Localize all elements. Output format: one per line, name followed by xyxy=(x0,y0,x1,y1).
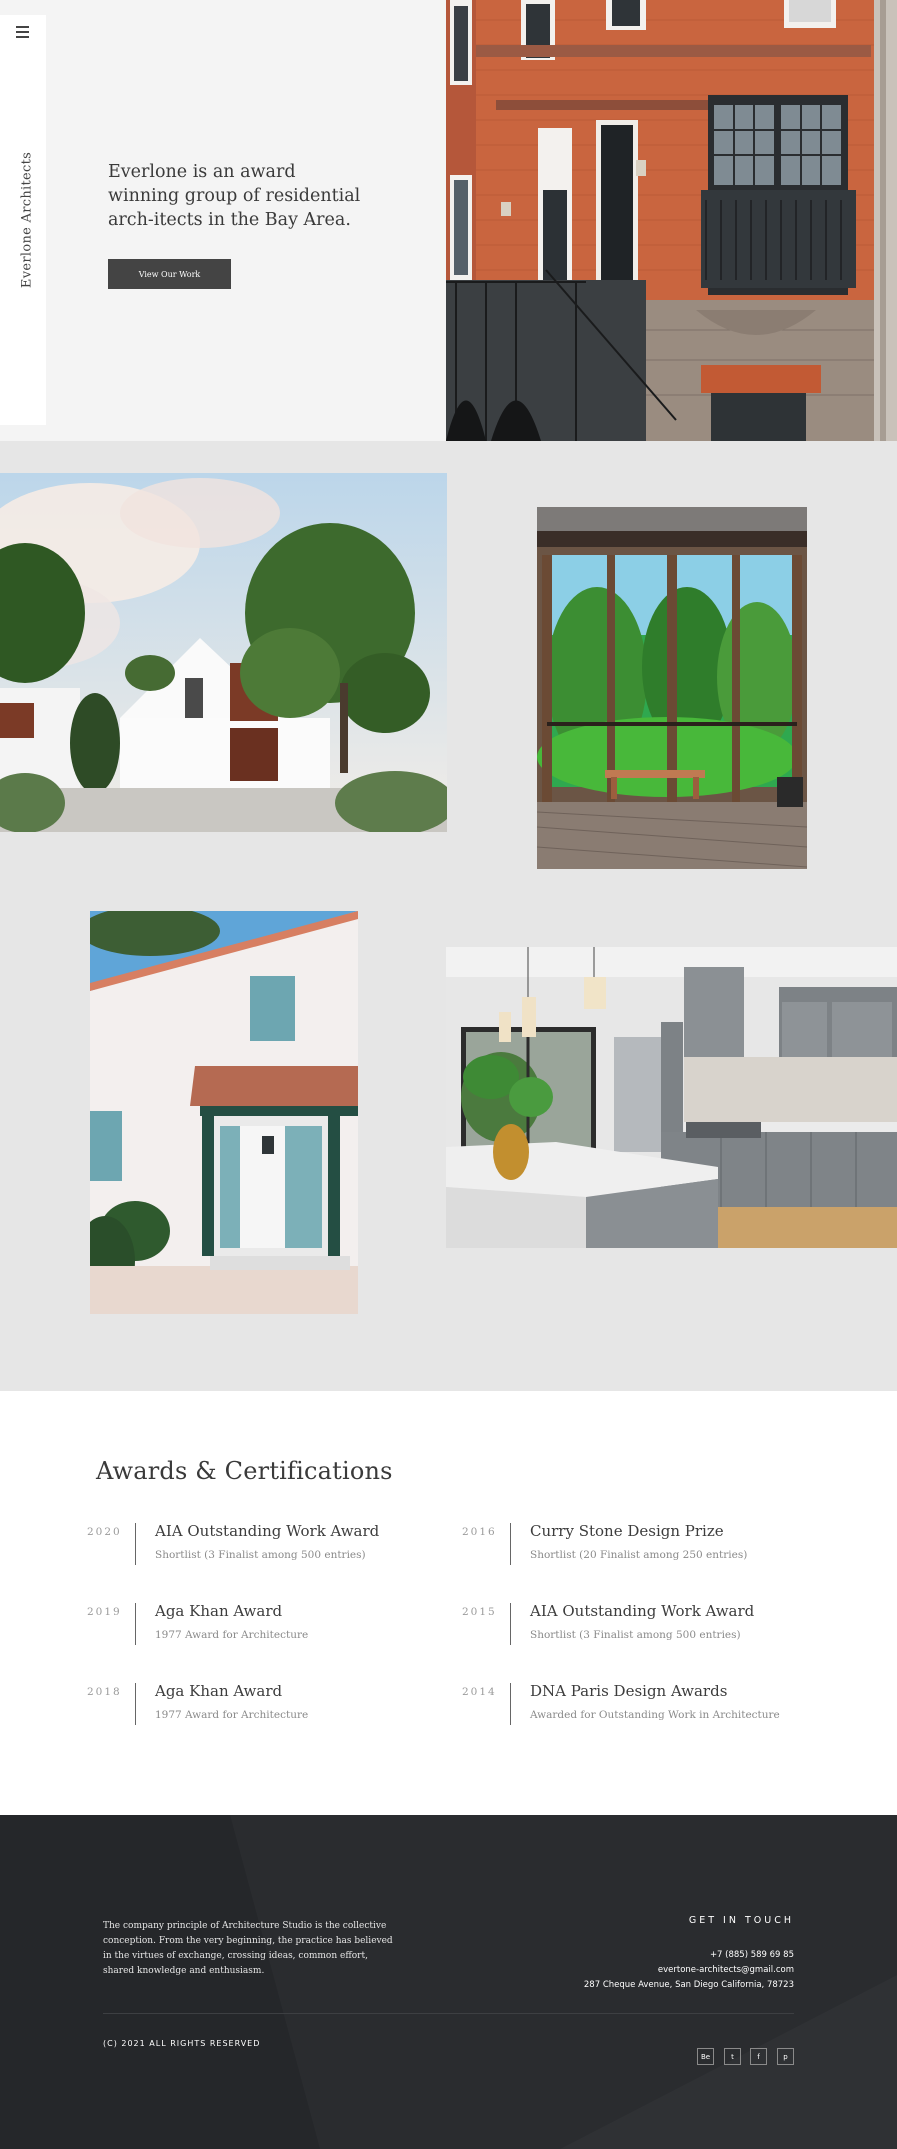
footer-divider xyxy=(103,2013,794,2014)
award-name: DNA Paris Design Awards xyxy=(530,1682,728,1700)
award-year: 2014 xyxy=(462,1686,497,1698)
footer-email[interactable]: evertone-architects@gmail.com xyxy=(658,1965,794,1975)
brand-name[interactable]: Everlone Architects xyxy=(20,152,35,288)
hero-building-image xyxy=(446,0,897,441)
award-desc: Shortlist (3 Finalist among 500 entries) xyxy=(530,1629,741,1641)
award-desc: 1977 Award for Architecture xyxy=(155,1709,309,1721)
award-year: 2015 xyxy=(462,1606,497,1618)
hero-tagline: Everlone is an award winning group of re… xyxy=(108,162,361,230)
facebook-icon[interactable]: f xyxy=(750,2048,767,2065)
award-year: 2018 xyxy=(87,1686,122,1698)
hero-section: Everlone Architects Everlone is an award… xyxy=(0,0,897,441)
footer-about-text: The company principle of Architecture St… xyxy=(103,1921,393,1976)
award-item: 2020 AIA Outstanding Work Award Shortlis… xyxy=(87,1522,447,1573)
pinterest-icon[interactable]: p xyxy=(777,2048,794,2065)
award-name: AIA Outstanding Work Award xyxy=(155,1522,380,1540)
award-item: 2016 Curry Stone Design Prize Shortlist … xyxy=(462,1522,822,1573)
award-divider xyxy=(510,1523,511,1565)
award-divider xyxy=(135,1683,136,1725)
award-desc: 1977 Award for Architecture xyxy=(155,1629,309,1641)
view-our-work-button[interactable]: View Our Work xyxy=(108,259,231,289)
get-in-touch-heading: GET IN TOUCH xyxy=(688,1915,794,1926)
award-year: 2016 xyxy=(462,1526,497,1538)
brand-logo-vertical[interactable]: Everlone Architects xyxy=(20,152,35,288)
behance-icon[interactable]: Be xyxy=(697,2048,714,2065)
menu-icon[interactable] xyxy=(16,26,32,40)
site-footer: The company principle of Architecture St… xyxy=(0,1815,897,2149)
award-item: 2019 Aga Khan Award 1977 Award for Archi… xyxy=(87,1602,447,1653)
copyright-text: (C) 2021 ALL RIGHTS RESERVED xyxy=(103,2039,261,2048)
award-name: Curry Stone Design Prize xyxy=(530,1522,724,1540)
awards-section: Awards & Certifications 2020 AIA Outstan… xyxy=(0,1391,897,1815)
award-item: 2015 AIA Outstanding Work Award Shortlis… xyxy=(462,1602,822,1653)
award-divider xyxy=(135,1603,136,1645)
footer-phone[interactable]: +7 (885) 589 69 85 xyxy=(710,1950,794,1960)
gallery-photo-white-house[interactable] xyxy=(0,473,447,832)
gallery-photo-stucco-house[interactable] xyxy=(90,911,358,1314)
award-year: 2019 xyxy=(87,1606,122,1618)
award-item: 2018 Aga Khan Award 1977 Award for Archi… xyxy=(87,1682,447,1733)
award-desc: Awarded for Outstanding Work in Architec… xyxy=(530,1709,780,1721)
twitter-icon[interactable]: t xyxy=(724,2048,741,2065)
awards-title: Awards & Certifications xyxy=(96,1457,393,1485)
gallery-section xyxy=(0,441,897,1391)
award-desc: Shortlist (3 Finalist among 500 entries) xyxy=(155,1549,366,1561)
award-year: 2020 xyxy=(87,1526,122,1538)
award-divider xyxy=(510,1683,511,1725)
award-divider xyxy=(510,1603,511,1645)
award-divider xyxy=(135,1523,136,1565)
footer-address: 287 Cheque Avenue, San Diego California,… xyxy=(583,1980,794,1990)
award-name: Aga Khan Award xyxy=(155,1682,283,1700)
gallery-photo-patio-window[interactable] xyxy=(537,507,807,869)
award-item: 2014 DNA Paris Design Awards Awarded for… xyxy=(462,1682,822,1733)
award-name: Aga Khan Award xyxy=(155,1602,283,1620)
gallery-photo-kitchen[interactable] xyxy=(446,947,897,1248)
award-name: AIA Outstanding Work Award xyxy=(530,1602,755,1620)
award-desc: Shortlist (20 Finalist among 250 entries… xyxy=(530,1549,748,1561)
